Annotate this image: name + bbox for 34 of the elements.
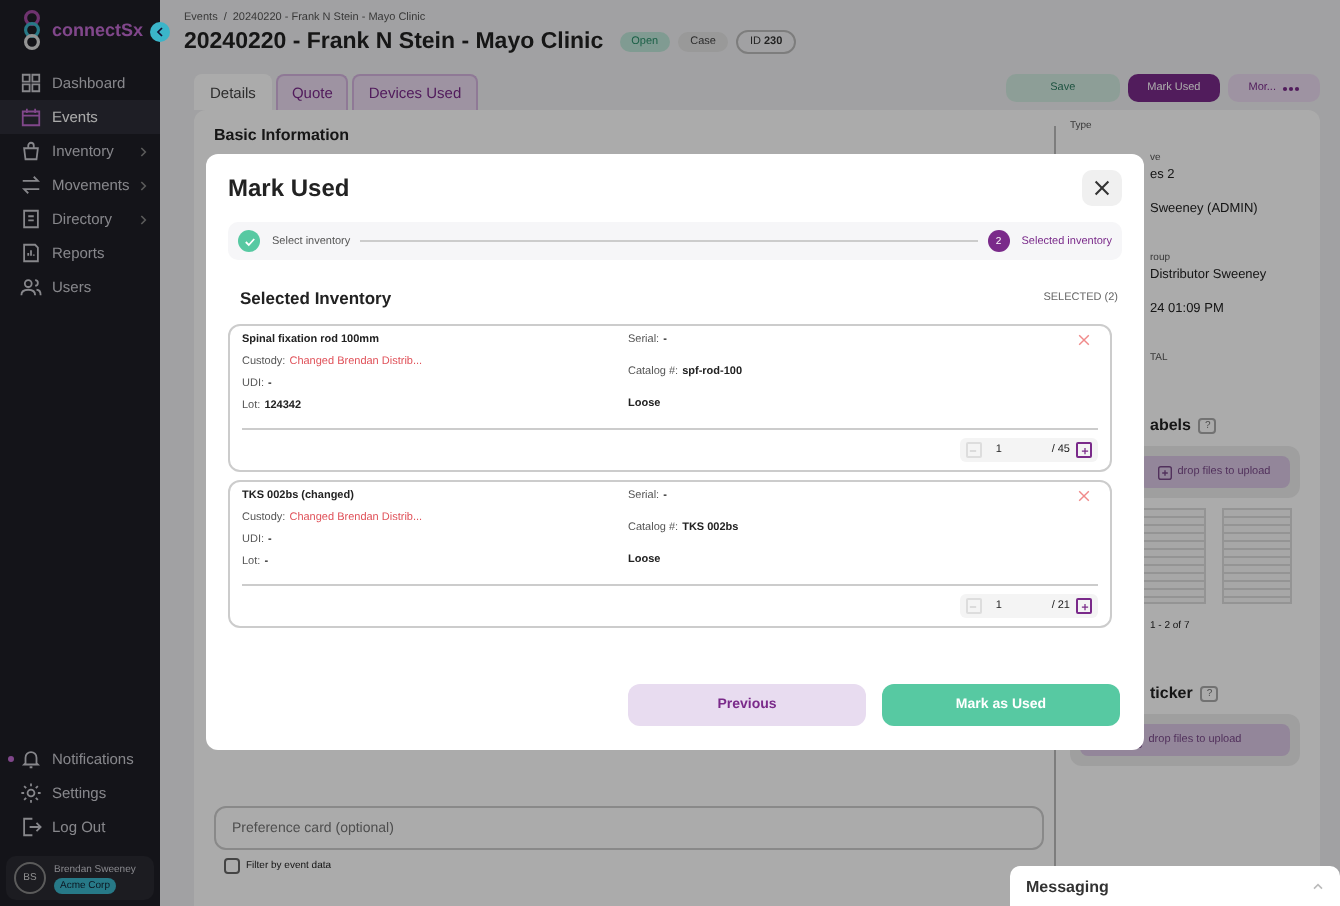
check-icon bbox=[243, 235, 255, 247]
close-icon bbox=[1094, 180, 1110, 196]
section-heading: ticker bbox=[1150, 684, 1193, 702]
plus-icon[interactable] bbox=[1076, 598, 1092, 614]
chevron-right-icon bbox=[140, 145, 148, 157]
logout-icon bbox=[20, 816, 42, 838]
bell-icon bbox=[20, 748, 42, 770]
gear-icon bbox=[20, 782, 42, 804]
upload-icon bbox=[1157, 465, 1172, 479]
plus-icon[interactable] bbox=[1076, 442, 1092, 458]
section-title: Selected Inventory bbox=[240, 288, 392, 308]
checkbox[interactable] bbox=[224, 858, 240, 874]
dialog-title: Mark Used bbox=[228, 174, 350, 202]
report-icon bbox=[20, 242, 42, 264]
messaging-panel[interactable]: Messaging bbox=[1010, 866, 1340, 906]
chevron-up-icon[interactable] bbox=[1312, 882, 1324, 890]
logo-text: connectSx bbox=[52, 20, 144, 40]
grid-icon bbox=[20, 72, 42, 94]
chevron-right-icon bbox=[140, 213, 148, 225]
section-heading: abels bbox=[1150, 416, 1191, 434]
logo-icon bbox=[20, 10, 44, 50]
chevron-right-icon bbox=[140, 179, 148, 191]
calendar-icon bbox=[20, 106, 42, 128]
section-heading: Basic Information bbox=[214, 126, 352, 144]
messaging-title: Messaging bbox=[1026, 877, 1109, 895]
chevron-left-icon bbox=[156, 26, 164, 38]
more-dots-icon bbox=[1282, 85, 1300, 91]
users-icon bbox=[20, 276, 42, 298]
arrows-icon bbox=[20, 174, 42, 196]
doc-icon bbox=[20, 208, 42, 230]
page-title: 20240220 - Frank N Stein - Mayo Clinic bbox=[184, 30, 604, 54]
bag-icon bbox=[20, 140, 42, 162]
close-button[interactable] bbox=[1082, 170, 1122, 206]
collapse-button[interactable] bbox=[150, 22, 170, 42]
